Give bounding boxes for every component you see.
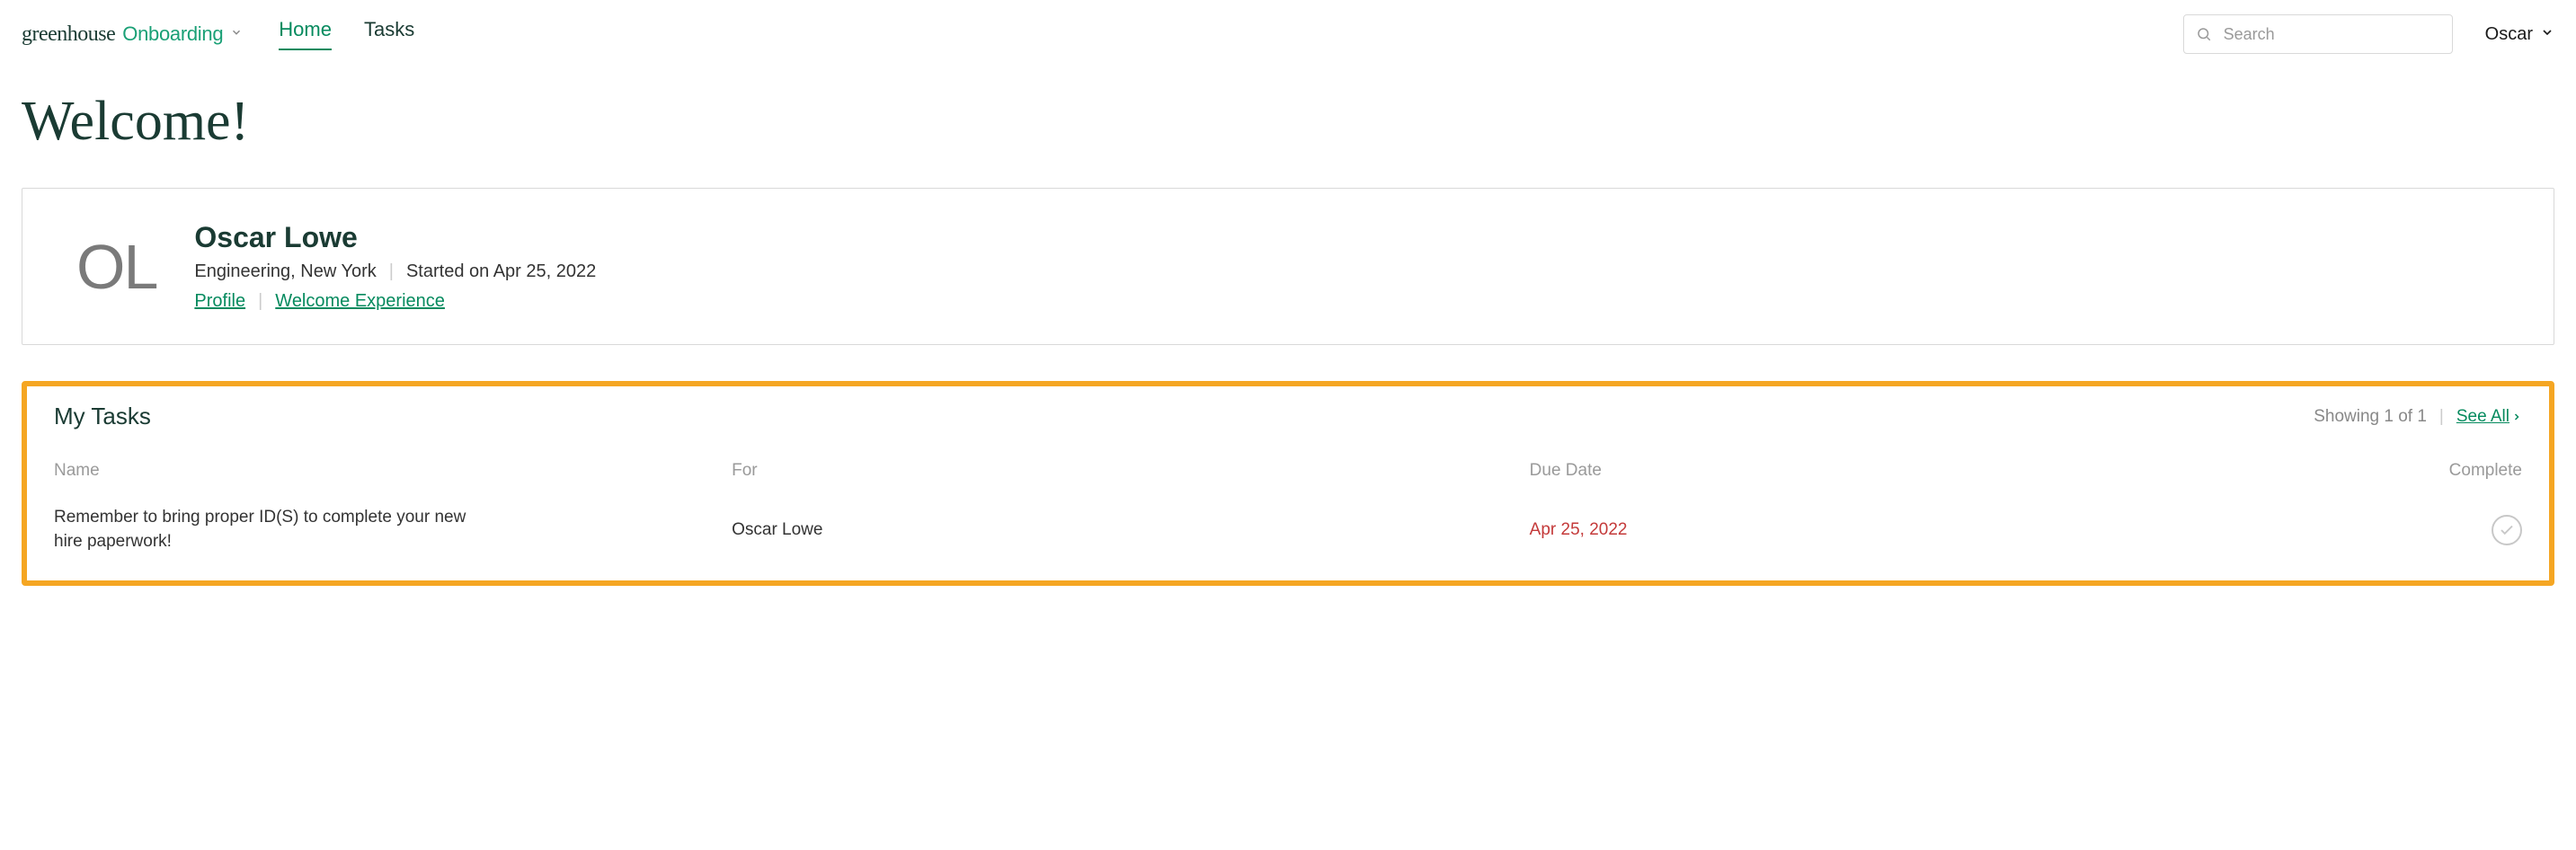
page-title: Welcome!: [22, 90, 2554, 154]
welcome-experience-link[interactable]: Welcome Experience: [275, 291, 445, 312]
search-wrap: [2183, 14, 2453, 54]
tasks-panel: My Tasks Showing 1 of 1 | See All Name F…: [22, 381, 2554, 586]
see-all-label: See All: [2456, 407, 2509, 427]
nav-home[interactable]: Home: [279, 18, 332, 50]
task-complete-wrap: [2387, 515, 2522, 545]
user-name: Oscar: [2485, 24, 2533, 45]
brand-switcher[interactable]: greenhouse Onboarding: [22, 22, 243, 47]
topbar-left: greenhouse Onboarding Home Tasks: [22, 18, 414, 50]
profile-meta: Engineering, New York | Started on Apr 2…: [194, 261, 596, 282]
chevron-right-icon: [2511, 412, 2522, 422]
profile-link[interactable]: Profile: [194, 291, 245, 312]
tasks-table: Name For Due Date Complete Remember to b…: [54, 461, 2522, 553]
col-due: Due Date: [1530, 461, 2369, 481]
task-for: Oscar Lowe: [732, 520, 1512, 540]
divider: |: [389, 261, 394, 282]
chevron-down-icon: [230, 26, 243, 43]
check-icon: [2499, 522, 2515, 538]
col-for: For: [732, 461, 1512, 481]
profile-card: OL Oscar Lowe Engineering, New York | St…: [22, 188, 2554, 345]
topbar-right: Oscar: [2183, 14, 2554, 54]
topbar: greenhouse Onboarding Home Tasks Oscar: [22, 9, 2554, 63]
brand-greenhouse-text: greenhouse: [22, 22, 115, 47]
tasks-showing: Showing 1 of 1: [2314, 407, 2427, 427]
tasks-title: My Tasks: [54, 403, 151, 430]
profile-dept-loc: Engineering, New York: [194, 261, 376, 282]
profile-info: Oscar Lowe Engineering, New York | Start…: [194, 221, 596, 312]
col-name: Name: [54, 461, 714, 481]
divider: |: [2439, 407, 2444, 427]
chevron-down-icon: [2540, 24, 2554, 45]
task-name[interactable]: Remember to bring proper ID(S) to comple…: [54, 506, 485, 553]
table-row: Remember to bring proper ID(S) to comple…: [54, 506, 2522, 553]
avatar: OL: [76, 235, 156, 298]
complete-toggle[interactable]: [2492, 515, 2522, 545]
tasks-header: My Tasks Showing 1 of 1 | See All: [54, 403, 2522, 430]
task-due-date: Apr 25, 2022: [1530, 520, 2369, 540]
primary-nav: Home Tasks: [279, 18, 414, 50]
brand-onboarding-text: Onboarding: [122, 22, 223, 46]
tasks-header-right: Showing 1 of 1 | See All: [2314, 407, 2522, 427]
nav-tasks[interactable]: Tasks: [364, 18, 414, 50]
search-input[interactable]: [2183, 14, 2453, 54]
user-menu[interactable]: Oscar: [2485, 24, 2554, 45]
profile-name: Oscar Lowe: [194, 221, 596, 254]
profile-started: Started on Apr 25, 2022: [406, 261, 596, 282]
tasks-table-header: Name For Due Date Complete: [54, 461, 2522, 481]
divider: |: [258, 291, 262, 312]
col-complete: Complete: [2387, 461, 2522, 481]
profile-links: Profile | Welcome Experience: [194, 291, 596, 312]
see-all-link[interactable]: See All: [2456, 407, 2522, 427]
